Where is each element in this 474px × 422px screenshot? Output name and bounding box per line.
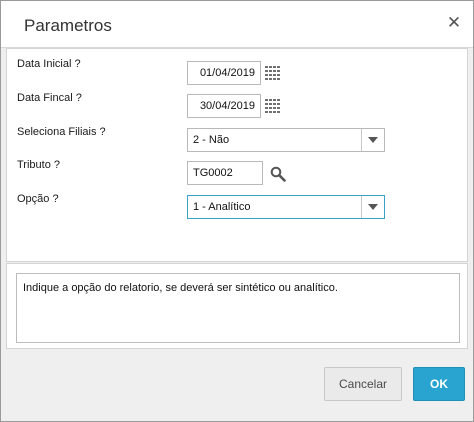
filiais-dropdown-toggle[interactable] (361, 129, 384, 151)
opcao-dropdown-toggle[interactable] (361, 196, 384, 218)
filiais-select[interactable]: 2 - Não (187, 128, 385, 152)
calendar-icon[interactable] (265, 99, 281, 113)
data-inicial-label: Data Inicial ? (17, 58, 81, 70)
calendar-icon[interactable] (265, 66, 281, 80)
ok-button[interactable]: OK (413, 367, 465, 401)
dialog-titlebar: Parametros ✕ (1, 1, 473, 48)
help-text-box: Indique a opção do relatorio, se deverá … (16, 273, 460, 343)
data-final-label: Data Fincal ? (17, 92, 82, 104)
opcao-selected-value: 1 - Analítico (193, 201, 251, 213)
form-panel: Data Inicial ? 01/04/2019 Data Fincal ? … (6, 48, 468, 262)
tributo-label: Tributo ? (17, 159, 61, 171)
tributo-input[interactable]: TG0002 (187, 161, 263, 185)
search-icon[interactable] (270, 166, 286, 182)
data-final-input[interactable]: 30/04/2019 (187, 94, 261, 118)
close-icon[interactable]: ✕ (445, 14, 463, 32)
opcao-label: Opção ? (17, 193, 59, 205)
cancel-button[interactable]: Cancelar (324, 367, 402, 401)
dialog-title: Parametros (24, 16, 112, 35)
chevron-down-icon (368, 137, 378, 143)
parametros-dialog: Parametros ✕ Data Inicial ? 01/04/2019 D… (0, 0, 474, 422)
help-panel: Indique a opção do relatorio, se deverá … (6, 263, 468, 349)
opcao-select[interactable]: 1 - Analítico (187, 195, 385, 219)
data-inicial-input[interactable]: 01/04/2019 (187, 61, 261, 85)
filiais-selected-value: 2 - Não (193, 134, 230, 146)
help-text: Indique a opção do relatorio, se deverá … (23, 282, 338, 294)
filiais-label: Seleciona Filiais ? (17, 126, 106, 138)
chevron-down-icon (368, 204, 378, 210)
